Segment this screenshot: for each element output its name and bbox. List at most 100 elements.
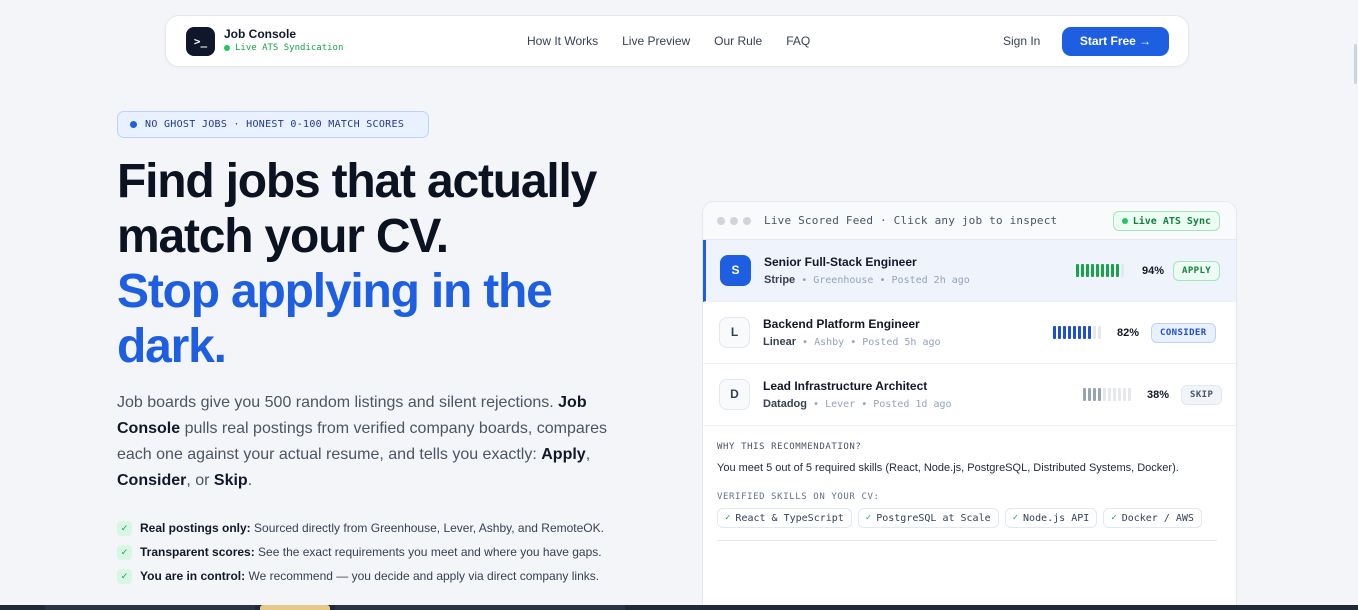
sign-in-link[interactable]: Sign In	[1003, 34, 1040, 48]
skill-chips: ✓ React & TypeScript ✓ PostgreSQL at Scale…	[717, 508, 1217, 528]
company-avatar: D	[719, 379, 750, 410]
job-title: Lead Infrastructure Architect	[763, 379, 928, 393]
checklist-item: ✓ You are in control: We recommend — you…	[117, 564, 637, 588]
score-bars	[1053, 326, 1101, 339]
job-posted: Posted 5h ago	[862, 337, 941, 348]
job-posted: Posted 2h ago	[891, 275, 970, 286]
score-bar-segment	[1093, 388, 1096, 401]
score-bar-segment	[1063, 326, 1066, 339]
lead-apply: Apply	[541, 446, 586, 463]
skill-chip: ✓ React & TypeScript	[717, 508, 852, 528]
skill-chip: ✓ Node.js API	[1004, 508, 1098, 528]
job-row-stripe[interactable]: S Senior Full-Stack Engineer Stripe • Gr…	[703, 240, 1236, 302]
score-bar-segment	[1118, 388, 1121, 401]
score-percent: 82%	[1117, 327, 1140, 339]
badge-dot-icon	[130, 121, 137, 128]
skill-label: PostgreSQL at Scale	[876, 512, 991, 524]
feature-checklist: ✓ Real postings only: Sourced directly f…	[117, 516, 637, 588]
window-dot-icon	[717, 216, 725, 225]
score-bar-segment	[1108, 388, 1111, 401]
score-bar-segment	[1078, 326, 1081, 339]
job-row-linear[interactable]: L Backend Platform Engineer Linear • Ash…	[703, 302, 1236, 364]
score-bar-segment	[1116, 264, 1119, 277]
checklist-item: ✓ Real postings only: Sourced directly f…	[117, 516, 637, 540]
check-icon: ✓	[865, 513, 872, 523]
score-bar-segment	[1111, 264, 1114, 277]
lead-text: , or	[186, 472, 214, 489]
lead-consider: Consider	[117, 472, 187, 489]
hero-headline: Find jobs that actually match your CV. S…	[117, 154, 657, 374]
brand-sub-label: Live ATS Syndication	[235, 43, 344, 53]
job-posted: Posted 1d ago	[873, 399, 952, 410]
score-bar-segment	[1103, 388, 1106, 401]
score-bar-segment	[1053, 326, 1056, 339]
skill-chip: ✓ Docker / AWS	[1103, 508, 1202, 528]
checklist-detail: We recommend — you decide and apply via …	[245, 569, 600, 583]
taskbar-item[interactable]	[260, 605, 330, 610]
check-icon: ✓	[117, 568, 132, 584]
nav-link-faq[interactable]: FAQ	[786, 34, 810, 48]
check-icon: ✓	[117, 544, 132, 560]
checklist-bold: Real postings only:	[140, 521, 251, 535]
score-bar-segment	[1091, 264, 1094, 277]
checklist-detail: See the exact requirements you meet and …	[254, 545, 602, 559]
score-bar-segment	[1113, 388, 1116, 401]
company-avatar: S	[720, 255, 751, 286]
nav-links: How It Works Live Preview Our Rule FAQ	[527, 34, 810, 48]
job-company: Datadog	[763, 398, 807, 410]
job-company: Stripe	[764, 274, 796, 286]
taskbar-item[interactable]	[45, 605, 255, 610]
checklist-text: Transparent scores: See the exact requir…	[140, 545, 602, 559]
score-bar-segment	[1123, 388, 1126, 401]
lead-text: .	[247, 472, 253, 489]
job-source: Ashby	[814, 337, 845, 348]
hero-badge-label: NO GHOST JOBS · HONEST 0-100 MATCH SCORE…	[145, 119, 405, 130]
brand-status: Live ATS Syndication	[224, 43, 343, 53]
check-icon: ✓	[1012, 513, 1019, 523]
skill-label: React & TypeScript	[735, 512, 844, 524]
score-percent: 94%	[1142, 265, 1165, 277]
lead-text: ,	[585, 446, 591, 463]
checklist-item: ✓ Transparent scores: See the exact requ…	[117, 540, 637, 564]
lead-skip: Skip	[213, 472, 248, 489]
recommendation-panel: WHY THIS RECOMMENDATION? You meet 5 out …	[703, 426, 1236, 541]
checklist-bold: Transparent scores:	[140, 545, 255, 559]
brand-name[interactable]: Job Console	[224, 27, 296, 41]
check-icon: ✓	[1111, 513, 1117, 523]
nav-link-our-rule[interactable]: Our Rule	[714, 34, 762, 48]
page-scrollbar[interactable]	[1354, 44, 1357, 84]
checklist-text: Real postings only: Sourced directly fro…	[140, 521, 604, 535]
hero-lead: Job boards give you 500 random listings …	[117, 390, 627, 494]
start-free-button[interactable]: Start Free →	[1062, 27, 1169, 56]
job-meta: Stripe • Greenhouse • Posted 2h ago	[764, 274, 970, 286]
divider	[717, 540, 1217, 541]
lead-text: pulls real postings from verified compan…	[117, 420, 607, 463]
checklist-text: You are in control: We recommend — you d…	[140, 569, 599, 583]
job-row-datadog[interactable]: D Lead Infrastructure Architect Datadog …	[703, 364, 1236, 426]
ats-sync-badge: Live ATS Sync	[1112, 211, 1220, 231]
company-avatar: L	[719, 317, 750, 348]
score-bar-segment	[1076, 264, 1079, 277]
nav-link-live-preview[interactable]: Live Preview	[622, 34, 690, 48]
score-bar-segment	[1088, 326, 1091, 339]
score-bar-segment	[1096, 264, 1099, 277]
recommendation-tag: CONSIDER	[1151, 323, 1216, 343]
window-dot-icon	[730, 216, 738, 225]
headline-line-4: dark.	[117, 320, 227, 373]
job-company: Linear	[763, 336, 797, 348]
checklist-bold: You are in control:	[140, 569, 246, 583]
check-icon: ✓	[725, 513, 731, 523]
taskbar-item[interactable]	[335, 605, 625, 610]
nav-link-how-it-works[interactable]: How It Works	[527, 34, 598, 48]
job-source: Greenhouse	[813, 275, 874, 286]
score-percent: 38%	[1147, 389, 1170, 401]
job-meta: Linear • Ashby • Posted 5h ago	[763, 336, 941, 348]
job-source: Lever	[825, 399, 856, 410]
score-bar-segment	[1068, 326, 1071, 339]
score-bar-segment	[1086, 264, 1089, 277]
score-bar-segment	[1083, 388, 1086, 401]
job-title: Senior Full-Stack Engineer	[764, 255, 917, 269]
sync-dot-icon	[1121, 218, 1128, 224]
score-bars	[1076, 264, 1124, 277]
score-bars	[1083, 388, 1131, 401]
